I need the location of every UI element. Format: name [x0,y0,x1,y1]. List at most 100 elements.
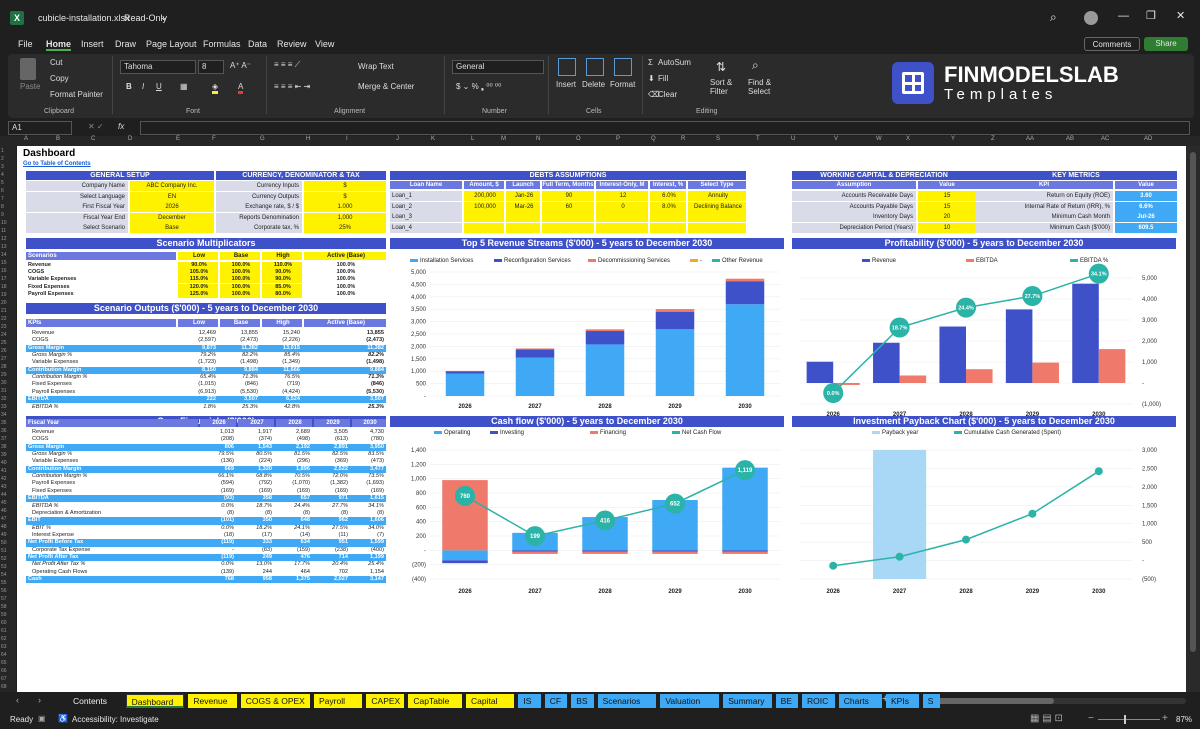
menu-file[interactable]: File [18,39,33,49]
tab-cogs-opex[interactable]: COGS & OPEX [240,694,310,708]
scroll-left-icon[interactable]: ‹ [16,695,19,705]
zoom-slider[interactable] [1098,719,1160,720]
row-number[interactable]: 42 [1,476,7,482]
row-number[interactable]: 47 [1,516,7,522]
column-letter[interactable]: A [24,136,28,142]
tab-dashboard[interactable]: Dashboard [125,694,185,708]
row-number[interactable]: 17 [1,276,7,282]
row-number[interactable]: 6 [1,188,4,194]
find-select-icon[interactable]: ⌕ [752,58,759,73]
column-letter[interactable]: AA [1026,136,1034,142]
column-letter[interactable]: S [716,136,720,142]
row-number[interactable]: 28 [1,364,7,370]
avatar[interactable] [1084,11,1098,25]
debts-cell[interactable] [464,222,504,233]
row-number[interactable]: 46 [1,508,7,514]
currency-value[interactable]: 25% [304,223,386,233]
row-number[interactable]: 68 [1,684,7,690]
insert-cells-icon[interactable] [558,58,576,76]
row-number[interactable]: 3 [1,164,4,170]
tab-capital[interactable]: Capital [466,694,515,708]
row-number[interactable]: 51 [1,548,7,554]
debts-cell[interactable]: 6.0% [650,191,686,201]
debts-cell[interactable]: Annuity [688,191,746,201]
debts-cell[interactable]: 100,000 [464,201,504,212]
debts-cell[interactable]: Declining Balance [688,201,746,212]
insert-button[interactable]: Insert [556,80,576,89]
format-painter-button[interactable]: Format Painter [50,90,103,99]
row-number[interactable]: 5 [1,180,4,186]
row-number[interactable]: 12 [1,236,7,242]
copy-button[interactable]: Copy [50,74,69,83]
row-number[interactable]: 36 [1,428,7,434]
currency-value[interactable]: 1.000 [304,202,386,212]
debts-cell[interactable] [596,222,648,233]
autosum-button[interactable]: AutoSum [658,58,691,67]
vertical-scrollbar[interactable] [1186,146,1200,692]
column-letter[interactable]: T [756,136,760,142]
toc-link[interactable]: Go to Table of Contents [23,160,91,168]
fill-icon[interactable]: ⬇ [648,74,655,83]
column-letter[interactable]: R [681,136,685,142]
row-number[interactable]: 53 [1,564,7,570]
column-letter[interactable]: M [501,136,506,142]
increase-font-icon[interactable]: A⁺ A⁻ [230,61,251,70]
row-number[interactable]: 8 [1,204,4,210]
accessibility-icon[interactable]: ♿ [58,714,68,723]
row-number[interactable]: 48 [1,524,7,530]
column-letter[interactable]: V [834,136,838,142]
currency-value[interactable]: 1,000 [304,212,386,223]
tab-is[interactable]: IS [518,694,541,708]
search-icon[interactable]: ⌕ [1050,10,1057,25]
scenario-mult-cell[interactable]: 100.0% [220,262,260,269]
menu-page-layout[interactable]: Page Layout [146,39,197,49]
row-number[interactable]: 62 [1,636,7,642]
column-letter[interactable]: AB [1066,136,1074,142]
debts-cell[interactable]: 0 [596,201,648,212]
italic-icon[interactable]: I [142,82,144,91]
fill-button[interactable]: Fill [658,74,668,83]
row-number[interactable]: 15 [1,260,7,266]
row-number[interactable]: 65 [1,660,7,666]
menu-review[interactable]: Review [277,39,307,49]
tab-scenarios[interactable]: Scenarios [597,694,657,708]
tab-capex[interactable]: CAPEX [366,694,405,708]
delete-cells-icon[interactable] [586,58,604,76]
normal-view-icon[interactable]: ▦ ▤ ⊡ [1030,713,1063,724]
restore-icon[interactable]: ❐ [1146,9,1156,22]
column-letter[interactable]: Z [991,136,995,142]
row-number[interactable]: 34 [1,412,7,418]
scenario-mult-cell[interactable]: 90.0% [178,262,218,269]
wc-value[interactable]: 15 [918,201,976,212]
scenario-mult-cell[interactable]: 90.0% [262,276,302,284]
delete-button[interactable]: Delete [582,80,605,89]
debts-cell[interactable] [688,222,746,233]
debts-cell[interactable]: Mar-26 [506,201,540,212]
scenario-mult-cell[interactable]: 125.0% [178,290,218,298]
scenario-mult-cell[interactable]: 100.0% [220,276,260,284]
tab-roic[interactable]: ROIC [802,694,835,708]
tab-cf[interactable]: CF [544,694,568,708]
wc-value[interactable]: 20 [918,212,976,222]
column-letter[interactable]: P [616,136,620,142]
column-letter[interactable]: Y [951,136,955,142]
row-number[interactable]: 16 [1,268,7,274]
debts-cell[interactable] [542,222,594,233]
fill-color-icon[interactable]: ◈ [212,82,219,94]
row-number[interactable]: 57 [1,596,7,602]
borders-icon[interactable]: ▦ [180,82,188,91]
general-value[interactable]: December [130,212,214,223]
row-number[interactable]: 59 [1,612,7,618]
comments-button[interactable]: Comments [1084,37,1140,51]
debts-cell[interactable] [506,212,540,222]
tab-revenue[interactable]: Revenue [188,694,237,708]
row-number[interactable]: 20 [1,300,7,306]
format-cells-icon[interactable] [614,58,632,76]
menu-formulas[interactable]: Formulas [203,39,241,49]
row-number[interactable]: 27 [1,356,7,362]
row-number[interactable]: 50 [1,540,7,546]
column-letter[interactable]: W [876,136,882,142]
row-number[interactable]: 60 [1,620,7,626]
row-number[interactable]: 39 [1,452,7,458]
row-number[interactable]: 10 [1,220,7,226]
